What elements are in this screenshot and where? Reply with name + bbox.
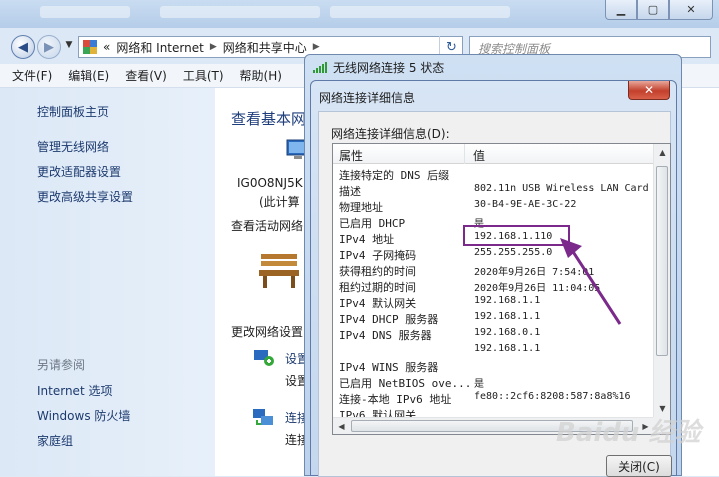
history-dropdown[interactable]: ▼: [62, 40, 76, 54]
column-header-property[interactable]: 属性: [339, 147, 363, 164]
column-header-value[interactable]: 值: [473, 147, 485, 164]
forward-button[interactable]: ▶: [37, 35, 61, 59]
row-value: 192.168.1.1: [474, 343, 541, 354]
sidebar-item-adapter-settings[interactable]: 更改适配器设置: [37, 163, 121, 180]
page-title: 查看基本网: [231, 110, 307, 128]
row-property: IPv4 DHCP 服务器: [339, 313, 439, 326]
maximize-icon: ▢: [647, 3, 659, 16]
baidu-watermark: Baidu 经验: [556, 418, 701, 448]
active-networks-heading: 查看活动网络: [231, 219, 304, 233]
window-close-button[interactable]: ✕: [669, 0, 713, 20]
public-network-bench-icon: [259, 254, 299, 288]
menu-view[interactable]: 查看(V): [125, 67, 167, 84]
status-window-title: 无线网络连接 5 状态: [333, 61, 445, 75]
window-controls: ▁ ▢ ✕: [605, 0, 713, 20]
row-property: IPv4 地址: [339, 233, 395, 246]
computer-name: IG0O8NJ5K: [237, 176, 303, 190]
table-row[interactable]: 描述 802.11n USB Wireless LAN Card: [333, 182, 654, 198]
table-row[interactable]: IPv4 WINS 服务器: [333, 358, 654, 374]
scroll-up-arrow-icon[interactable]: ▲: [654, 144, 670, 161]
row-value: 192.168.1.1: [474, 295, 541, 306]
menu-edit[interactable]: 编辑(E): [68, 67, 109, 84]
scroll-left-arrow-icon[interactable]: ◀: [333, 418, 350, 434]
sidebar-item-internet-options[interactable]: Internet 选项: [37, 382, 112, 399]
details-list-label: 网络连接详细信息(D):: [331, 127, 450, 141]
titlebar-ghost-text: [160, 6, 320, 18]
sidebar-item-home[interactable]: 控制面板主页: [37, 103, 109, 120]
breadcrumb-network-sharing-center[interactable]: 网络和共享中心: [223, 39, 307, 56]
menu-help[interactable]: 帮助(H): [240, 67, 282, 84]
breadcrumb-overflow[interactable]: «: [103, 40, 110, 54]
menu-file[interactable]: 文件(F): [12, 67, 52, 84]
maximize-button[interactable]: ▢: [637, 0, 669, 20]
row-property: 连接-本地 IPv6 地址: [339, 393, 452, 406]
annotation-arrow-icon: [560, 238, 622, 325]
see-also-heading: 另请参阅: [37, 358, 86, 372]
row-value: 192.168.1.1: [474, 311, 541, 322]
row-value: 是: [474, 379, 484, 390]
sidebar: 控制面板主页 管理无线网络 更改适配器设置 更改高级共享设置 另请参阅 Inte…: [0, 88, 215, 476]
wireless-signal-icon: [313, 61, 329, 73]
row-value: 192.168.0.1: [474, 327, 541, 338]
row-property: IPv4 DNS 服务器: [339, 329, 432, 342]
vertical-scroll-thumb[interactable]: [656, 166, 668, 356]
dialog-title: 网络连接详细信息: [319, 91, 416, 105]
row-value: fe80::2cf6:8208:587:8a8%16: [474, 391, 631, 402]
vertical-scrollbar[interactable]: ▲ ▼: [653, 144, 670, 417]
column-divider[interactable]: [464, 144, 465, 164]
chevron-down-icon: ▼: [65, 40, 73, 50]
table-row[interactable]: 192.168.1.1: [333, 342, 654, 358]
listview-header: 属性 值: [333, 144, 654, 164]
computer-subtitle: (此计算: [259, 195, 300, 209]
row-value: 30-B4-9E-AE-3C-22: [474, 199, 577, 210]
back-button[interactable]: ◀: [11, 35, 35, 59]
titlebar-ghost-text: [40, 6, 130, 18]
row-property: 租约过期的时间: [339, 281, 416, 294]
minimize-button[interactable]: ▁: [605, 0, 637, 20]
sidebar-item-firewall[interactable]: Windows 防火墙: [37, 407, 130, 424]
setup-connection-icon: [254, 350, 274, 366]
refresh-icon: ↻: [446, 39, 457, 55]
sidebar-item-advanced-sharing[interactable]: 更改高级共享设置: [37, 188, 133, 205]
connect-network-icon: [253, 409, 273, 425]
row-property: IPv4 WINS 服务器: [339, 361, 439, 374]
titlebar-ghost-text: [330, 6, 510, 18]
row-value: 802.11n USB Wireless LAN Card: [474, 183, 649, 194]
table-row[interactable]: 物理地址 30-B4-9E-AE-3C-22: [333, 198, 654, 214]
ipv4-highlight-box: [463, 225, 570, 246]
dialog-close-button[interactable]: ✕: [628, 81, 670, 100]
row-property: 已启用 DHCP: [339, 217, 406, 230]
sidebar-item-manage-wireless[interactable]: 管理无线网络: [37, 138, 109, 155]
forward-arrow-icon: ▶: [44, 39, 54, 55]
control-panel-icon: [83, 40, 97, 54]
table-row[interactable]: 连接-本地 IPv6 地址 fe80::2cf6:8208:587:8a8%16: [333, 390, 654, 406]
row-property: IPv4 子网掩码: [339, 249, 417, 262]
change-settings-heading: 更改网络设置: [231, 325, 304, 339]
minimize-icon: ▁: [616, 3, 626, 16]
row-property: 连接特定的 DNS 后缀: [339, 169, 450, 182]
row-property: 描述: [339, 185, 361, 198]
row-value: 255.255.255.0: [474, 247, 553, 258]
row-property: 获得租约的时间: [339, 265, 416, 278]
menu-tools[interactable]: 工具(T): [183, 67, 224, 84]
close-button[interactable]: 关闭(C): [606, 455, 672, 477]
close-icon: ✕: [686, 3, 696, 16]
table-row[interactable]: 连接特定的 DNS 后缀: [333, 166, 654, 182]
breadcrumb-network-internet[interactable]: 网络和 Internet: [116, 39, 203, 56]
row-property: 物理地址: [339, 201, 383, 214]
sidebar-item-homegroup[interactable]: 家庭组: [37, 432, 73, 449]
row-property: IPv4 默认网关: [339, 297, 417, 310]
back-arrow-icon: ◀: [18, 39, 28, 55]
table-row[interactable]: 已启用 NetBIOS ove... 是: [333, 374, 654, 390]
close-icon: ✕: [643, 83, 655, 97]
chevron-right-icon[interactable]: ▶: [313, 42, 320, 52]
chevron-right-icon[interactable]: ▶: [210, 42, 217, 52]
row-property: 已启用 NetBIOS ove...: [339, 377, 472, 390]
control-panel-titlebar: ▁ ▢ ✕: [0, 0, 719, 28]
